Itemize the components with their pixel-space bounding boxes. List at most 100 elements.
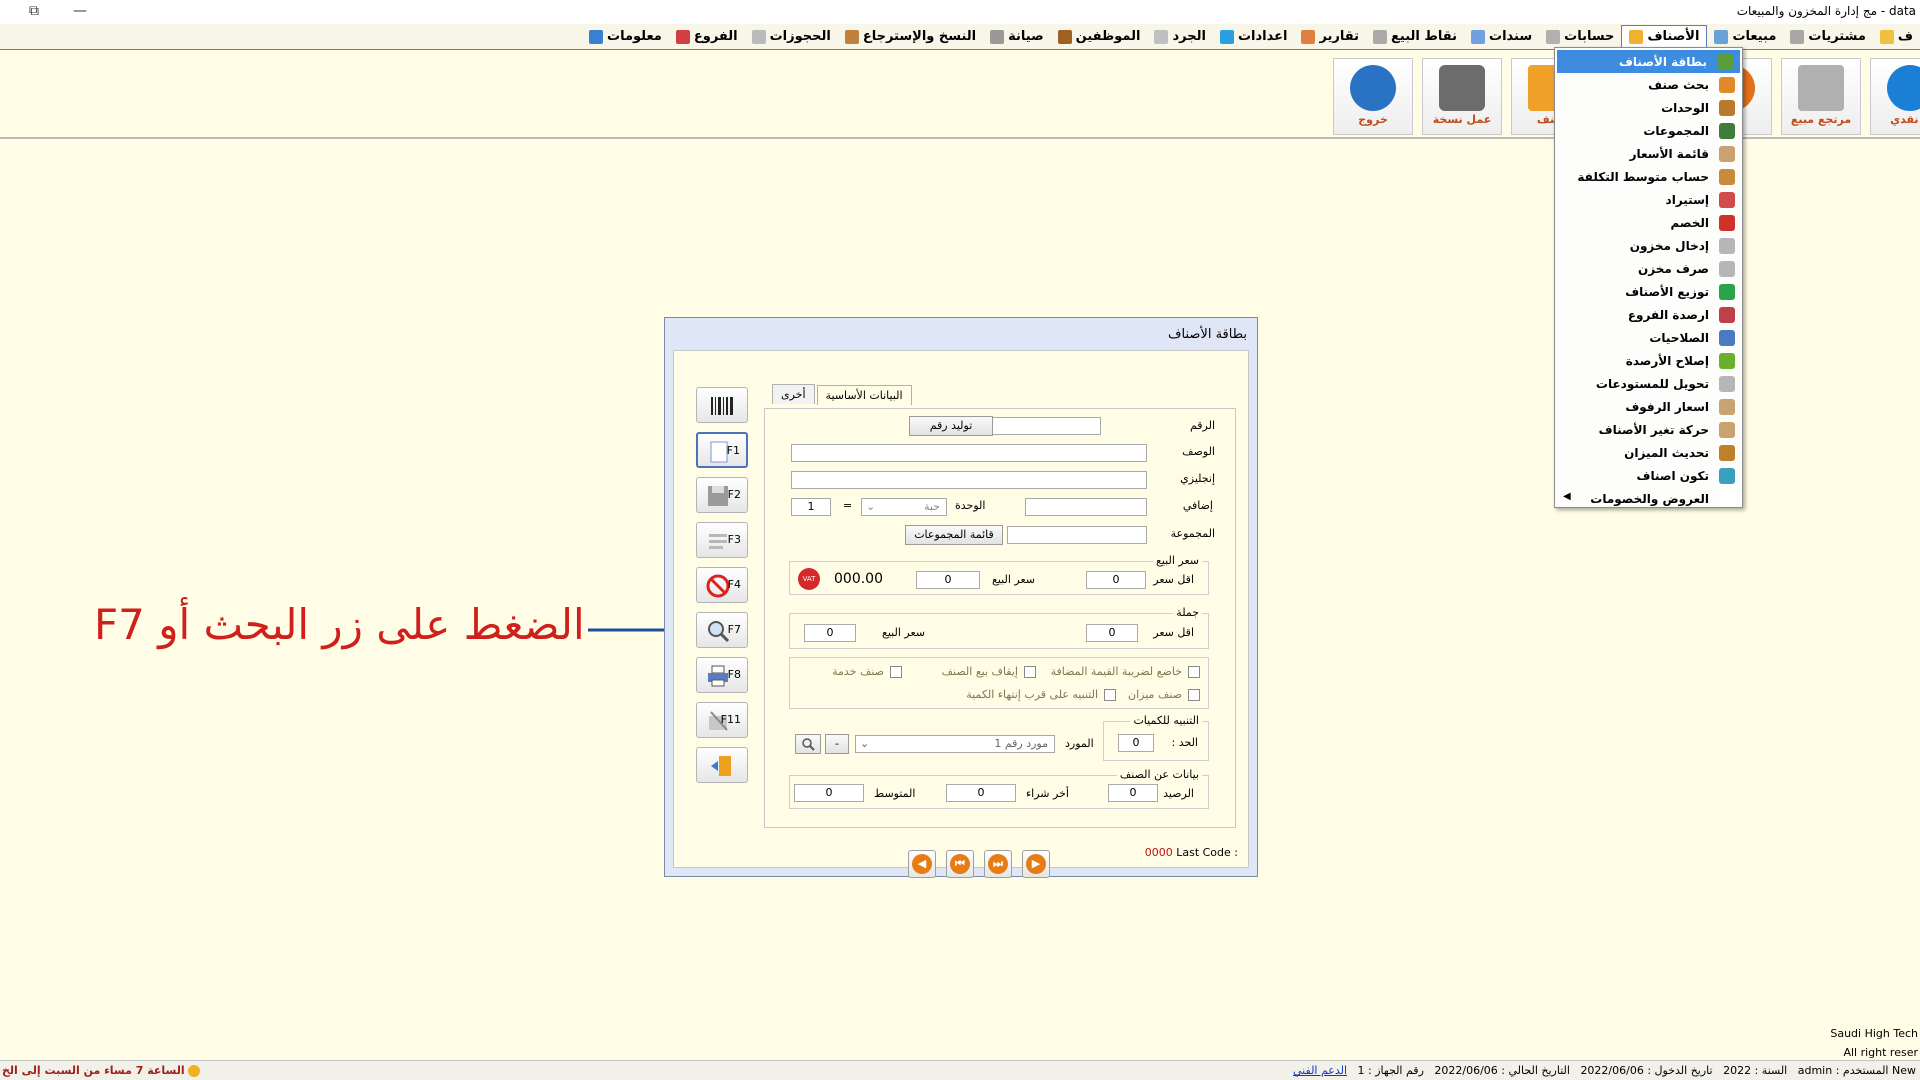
- menu-option-groups[interactable]: المجموعات: [1555, 119, 1742, 142]
- toolbar-sales-return-button[interactable]: مرتجع مبيع: [1781, 58, 1861, 135]
- menu-item-reports[interactable]: تقارير: [1294, 25, 1366, 49]
- menu-option-fix-balances[interactable]: إصلاح الأرصدة: [1555, 349, 1742, 372]
- menu-option-search-item[interactable]: بحث صنف: [1555, 73, 1742, 96]
- generate-number-button[interactable]: توليد رقم: [909, 416, 993, 436]
- limit-input[interactable]: 0: [1118, 734, 1154, 752]
- menu-item-accounts[interactable]: حسابات: [1539, 25, 1621, 49]
- items-icon: [1629, 29, 1644, 44]
- menu-option-scale-update[interactable]: تحديث الميزان: [1555, 441, 1742, 464]
- reports-icon: [1301, 29, 1316, 44]
- unit-quantity-input[interactable]: 1: [791, 498, 831, 516]
- supplier-clear-button[interactable]: -: [825, 734, 849, 754]
- wholesale-group: جملة اقل سعر 0 سعر البيع 0: [789, 606, 1209, 649]
- wholesale-min-input[interactable]: 0: [1086, 624, 1138, 642]
- nav-arrow-icon: ◀: [912, 854, 932, 874]
- restore-button[interactable]: ⧉: [22, 1, 46, 21]
- toolbar-exit-button[interactable]: خروج: [1333, 58, 1413, 135]
- sale-price-input[interactable]: 0: [916, 571, 980, 589]
- delete-f4-button[interactable]: F4: [696, 567, 748, 603]
- menu-option-branch-balances[interactable]: ارصدة الفروع: [1555, 303, 1742, 326]
- description-input[interactable]: [791, 444, 1147, 462]
- menu-option-item-changes[interactable]: حركة تغير الأصناف: [1555, 418, 1742, 441]
- search-f7-button[interactable]: F7: [696, 612, 748, 648]
- menu-option-offers[interactable]: العروض والخصومات ◀: [1555, 487, 1742, 510]
- menu-option-units[interactable]: الوحدات: [1555, 96, 1742, 119]
- menu-option-label: الخصم: [1670, 215, 1709, 230]
- toolbar-cash-sale-button[interactable]: ع نقدي: [1870, 58, 1920, 135]
- menu-item-inventory[interactable]: الجرد: [1147, 25, 1212, 49]
- low-stock-alert-checkbox[interactable]: [1104, 689, 1116, 701]
- supplier-select[interactable]: مورد رقم 1 ⌄: [855, 735, 1055, 753]
- menu-item-employees[interactable]: الموظفين: [1051, 25, 1148, 49]
- vat-subject-checkbox[interactable]: [1188, 666, 1200, 678]
- menu-option-shelf-prices[interactable]: اسعار الرفوف: [1555, 395, 1742, 418]
- minimize-button[interactable]: —: [68, 1, 92, 21]
- average-value: 0: [794, 784, 864, 802]
- menu-option-stock-out[interactable]: صرف مخزن: [1555, 257, 1742, 280]
- exit-door-icon: [711, 756, 731, 776]
- extra-input[interactable]: [1025, 498, 1147, 516]
- menu-item-branches[interactable]: الفروع: [669, 25, 745, 49]
- menu-item-file[interactable]: ف: [1873, 25, 1920, 49]
- technical-support-link[interactable]: الدعم الفني: [1293, 1064, 1347, 1077]
- menu-option-permissions[interactable]: الصلاحيات: [1555, 326, 1742, 349]
- menu-option-stock-in[interactable]: إدخال مخزون: [1555, 234, 1742, 257]
- group-input[interactable]: [1007, 526, 1147, 544]
- menu-item-settings[interactable]: اعدادات: [1213, 25, 1295, 49]
- stop-sale-checkbox[interactable]: [1024, 666, 1036, 678]
- wholesale-title: جملة: [1173, 606, 1202, 619]
- stop-sale-label: إيقاف بيع الصنف: [941, 665, 1018, 678]
- scale-item-checkbox[interactable]: [1188, 689, 1200, 701]
- next-record-button[interactable]: ⏭: [984, 850, 1012, 878]
- service-item-checkbox[interactable]: [890, 666, 902, 678]
- exit-dialog-button[interactable]: [696, 747, 748, 783]
- wholesale-price-input[interactable]: 0: [804, 624, 856, 642]
- english-label: إنجليزي: [1180, 472, 1215, 485]
- menu-item-vouchers[interactable]: سندات: [1464, 25, 1539, 49]
- menu-option-label: المجموعات: [1643, 123, 1709, 138]
- menu-option-compose-items[interactable]: تكون اصناف: [1555, 464, 1742, 487]
- menu-item-sales[interactable]: مبيعات: [1707, 25, 1783, 49]
- tab-basic-data[interactable]: البيانات الأساسية: [816, 385, 912, 405]
- menu-option-import[interactable]: إستيراد: [1555, 188, 1742, 211]
- menu-option-price-list[interactable]: قائمة الأسعار: [1555, 142, 1742, 165]
- menu-item-info[interactable]: معلومات: [582, 25, 669, 49]
- menu-option-distribute[interactable]: توزيع الأصناف: [1555, 280, 1742, 303]
- first-record-button[interactable]: ◀: [908, 850, 936, 878]
- scale-update-icon: [1719, 444, 1735, 461]
- menu-option-discount[interactable]: الخصم: [1555, 211, 1742, 234]
- english-name-input[interactable]: [791, 471, 1147, 489]
- menu-item-backup[interactable]: النسخ والإسترجاع: [838, 25, 983, 49]
- number-input[interactable]: [991, 417, 1101, 435]
- menu-option-average-cost[interactable]: حساب متوسط التكلفة: [1555, 165, 1742, 188]
- last-record-button[interactable]: ▶: [1022, 850, 1050, 878]
- unit-select[interactable]: حبة ⌄: [861, 498, 947, 516]
- branch-balances-icon: [1719, 306, 1735, 323]
- previous-record-button[interactable]: ⏮: [946, 850, 974, 878]
- status-year-label: السنة :: [1754, 1064, 1788, 1077]
- groups-list-button[interactable]: قائمة المجموعات: [905, 525, 1003, 545]
- tools-f11-button[interactable]: F11: [696, 702, 748, 738]
- menu-item-maintenance[interactable]: صيانة: [983, 25, 1051, 49]
- supplier-search-button[interactable]: [795, 734, 821, 754]
- toolbar-backup-button[interactable]: عمل نسخة: [1422, 58, 1502, 135]
- menu-item-items[interactable]: الأصناف: [1621, 24, 1708, 49]
- tab-other[interactable]: أخرى: [772, 384, 815, 404]
- toolbar-button-label: ع نقدي: [1890, 113, 1920, 126]
- edit-f3-button[interactable]: F3: [696, 522, 748, 558]
- barcode-button[interactable]: [696, 387, 748, 423]
- menu-item-pos[interactable]: نقاط البيع: [1366, 25, 1464, 49]
- menu-item-reservations[interactable]: الحجوزات: [745, 25, 838, 49]
- save-f2-button[interactable]: F2: [696, 477, 748, 513]
- status-current-label: التاريخ الحالي :: [1501, 1064, 1570, 1077]
- status-new: New: [1892, 1064, 1916, 1077]
- search-item-icon: [1719, 76, 1735, 93]
- print-f8-button[interactable]: F8: [696, 657, 748, 693]
- toolbar-button-label: مرتجع مبيع: [1790, 113, 1852, 126]
- min-price-input[interactable]: 0: [1086, 571, 1146, 589]
- new-f1-button[interactable]: F1: [696, 432, 748, 468]
- vat-badge-icon: VAT: [798, 568, 820, 590]
- menu-item-purchases[interactable]: مشتريات: [1783, 25, 1873, 49]
- menu-option-warehouse-transfer[interactable]: تحويل للمستودعات: [1555, 372, 1742, 395]
- menu-option-item-card[interactable]: بطاقة الأصناف: [1557, 50, 1740, 73]
